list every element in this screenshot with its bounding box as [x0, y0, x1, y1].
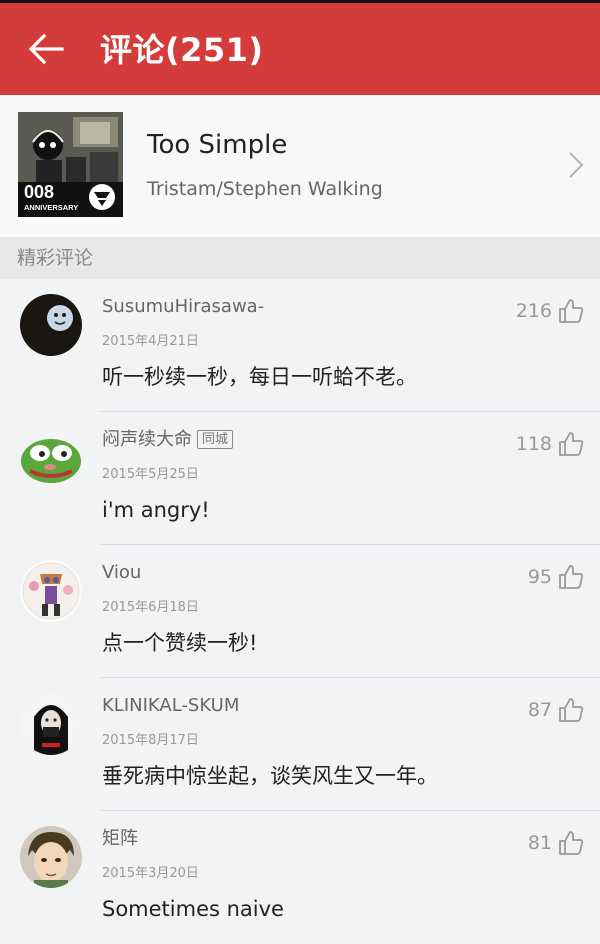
comment-text: 点一个赞续一秒! [102, 631, 258, 655]
like-count: 87 [527, 699, 552, 721]
comment-date: 2015年4月21日 [102, 334, 199, 349]
like-count: 81 [527, 832, 552, 854]
comment-item: SusumuHirasawa- 2015年4月21日 听一秒续一秒，每日一听蛤不… [0, 279, 600, 412]
avatar[interactable] [20, 560, 82, 622]
comment-username[interactable]: 闷声续大命 同城 [102, 428, 234, 452]
comment-date: 2015年3月20日 [102, 866, 199, 881]
thumbs-up-icon [559, 831, 584, 855]
song-artist: Tristam/Stephen Walking [147, 178, 383, 200]
avatar[interactable] [20, 693, 82, 755]
like-button[interactable]: 95 [528, 563, 584, 591]
comment-item: 矩阵 2015年3月20日 Sometimes naive 81 [0, 811, 600, 944]
comment-item: KLINIKAL-SKUM 2015年8月17日 垂死病中惊坐起，谈笑风生又一年… [0, 678, 600, 811]
thumbs-up-icon [559, 565, 584, 589]
avatar[interactable] [20, 826, 82, 888]
album-cover: 008 ANNIVERSARY [18, 112, 123, 217]
comment-username[interactable]: Viou [102, 561, 141, 585]
comment-item: Viou 2015年6月18日 点一个赞续一秒! 95 [0, 545, 600, 678]
cover-number: 008 [24, 182, 54, 202]
section-title: 精彩评论 [17, 247, 94, 269]
chevron-right-icon[interactable] [566, 150, 586, 180]
cover-label: ANNIVERSARY [24, 203, 78, 212]
comment-username[interactable]: SusumuHirasawa- [102, 295, 264, 319]
like-count: 216 [515, 300, 552, 322]
comment-date: 2015年6月18日 [102, 600, 199, 615]
arrow-left-icon [28, 33, 64, 65]
thumbs-up-icon [559, 299, 584, 323]
comment-username[interactable]: KLINIKAL-SKUM [102, 694, 239, 718]
thumbs-up-icon [559, 432, 584, 456]
comment-username[interactable]: 矩阵 [102, 827, 138, 851]
like-button[interactable]: 118 [516, 430, 584, 458]
back-button[interactable] [22, 25, 70, 73]
avatar[interactable] [20, 427, 82, 489]
like-button[interactable]: 87 [528, 696, 584, 724]
like-button[interactable]: 216 [516, 297, 584, 325]
comment-text: i'm angry! [102, 498, 210, 522]
comment-text: 垂死病中惊坐起，谈笑风生又一年。 [102, 764, 438, 788]
section-header: 精彩评论 [0, 237, 600, 279]
like-count: 118 [515, 433, 552, 455]
comment-text: Sometimes naive [102, 897, 284, 921]
comment-text: 听一秒续一秒，每日一听蛤不老。 [102, 365, 417, 389]
comment-date: 2015年5月25日 [102, 467, 199, 482]
thumbs-up-icon [559, 698, 584, 722]
city-tag: 同城 [197, 430, 234, 449]
page-title: 评论(251) [100, 31, 264, 69]
comment-item: 闷声续大命 同城 2015年5月25日 i'm angry! 118 [0, 412, 600, 545]
like-button[interactable]: 81 [528, 829, 584, 857]
avatar[interactable] [20, 294, 82, 356]
song-card[interactable]: 008 ANNIVERSARY Too Simple Tristam/Steph… [0, 95, 600, 237]
like-count: 95 [527, 566, 552, 588]
app-bar: 评论(251) [0, 3, 600, 95]
song-title: Too Simple [147, 130, 288, 160]
comment-date: 2015年8月17日 [102, 733, 199, 748]
